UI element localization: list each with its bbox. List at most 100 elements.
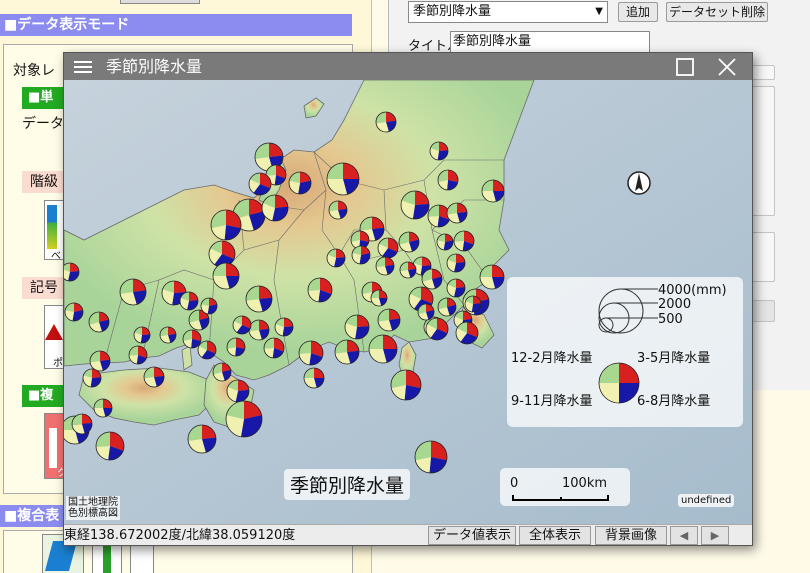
pie-marker[interactable] <box>298 340 324 366</box>
map-svg: 4000(mm) 2000 500 12-2月降水量 3-5月降水量 9-11月… <box>64 80 752 524</box>
pie-marker[interactable] <box>375 111 397 133</box>
pie-marker[interactable] <box>225 400 263 438</box>
pie-marker[interactable] <box>159 326 177 344</box>
pie-marker[interactable] <box>425 317 449 341</box>
pie-marker[interactable] <box>453 230 475 252</box>
pie-marker[interactable] <box>82 368 102 388</box>
window-title-bar[interactable]: 季節別降水量 <box>64 53 752 80</box>
pie-marker[interactable] <box>390 369 422 401</box>
legend-winter-label: 12-2月降水量 <box>511 351 593 366</box>
pie-marker[interactable] <box>288 171 312 195</box>
close-icon[interactable] <box>718 58 736 76</box>
pie-marker[interactable] <box>179 291 199 311</box>
pie-marker[interactable] <box>429 141 449 161</box>
pie-marker[interactable] <box>446 278 466 298</box>
title-input[interactable]: 季節別降水量 <box>450 31 650 53</box>
undefined-label: undefined <box>678 494 735 507</box>
pie-marker[interactable] <box>437 297 457 317</box>
pie-marker[interactable] <box>437 169 459 191</box>
pie-marker[interactable] <box>446 253 466 273</box>
pie-marker[interactable] <box>377 237 399 259</box>
pie-marker[interactable] <box>417 303 435 321</box>
pie-marker[interactable] <box>479 264 505 290</box>
map-legend: 4000(mm) 2000 500 12-2月降水量 3-5月降水量 9-11月… <box>507 277 743 427</box>
pie-marker[interactable] <box>95 431 125 461</box>
target-layer-label: 対象レ <box>13 63 55 79</box>
pie-marker[interactable] <box>119 278 147 306</box>
pie-marker[interactable] <box>226 337 246 357</box>
pie-marker[interactable] <box>464 295 482 313</box>
pie-marker[interactable] <box>303 367 325 389</box>
pie-marker[interactable] <box>344 314 370 340</box>
pie-marker[interactable] <box>197 340 217 360</box>
top-button-fragment[interactable] <box>120 0 200 4</box>
pie-marker[interactable] <box>248 319 270 341</box>
pie-marker[interactable] <box>263 337 285 359</box>
pie-marker[interactable] <box>455 321 479 345</box>
pie-marker[interactable] <box>210 209 242 241</box>
pie-marker[interactable] <box>398 231 420 253</box>
background-image-button[interactable]: 背景画像 <box>595 526 667 545</box>
pie-marker[interactable] <box>400 190 430 220</box>
menu-icon[interactable] <box>74 60 92 74</box>
pie-marker[interactable] <box>421 268 443 290</box>
pie-marker[interactable] <box>351 245 371 265</box>
pie-marker[interactable] <box>436 233 454 251</box>
pie-marker[interactable] <box>182 329 202 349</box>
scale-zero-label: 0 <box>510 476 519 491</box>
pie-marker[interactable] <box>328 200 348 220</box>
pie-marker[interactable] <box>212 262 240 290</box>
pie-marker[interactable] <box>245 285 273 313</box>
pie-marker[interactable] <box>133 326 151 344</box>
pie-marker[interactable] <box>187 424 217 454</box>
chevron-down-icon: ▼ <box>595 6 603 17</box>
next-arrow-button[interactable]: ▶ <box>701 526 729 545</box>
pie-marker[interactable] <box>232 315 252 335</box>
pie-marker[interactable] <box>143 366 165 388</box>
pie-marker[interactable] <box>248 172 272 196</box>
full-view-button[interactable]: 全体表示 <box>519 526 591 545</box>
prev-arrow-button[interactable]: ◀ <box>670 526 698 545</box>
north-arrow-icon <box>627 170 651 196</box>
pie-marker[interactable] <box>261 194 289 222</box>
pie-marker[interactable] <box>274 317 294 337</box>
multi-display-header[interactable]: ■複 <box>22 385 66 407</box>
pie-marker[interactable] <box>71 413 93 435</box>
class-section-header: 階級 <box>22 171 66 193</box>
delete-dataset-button[interactable]: データセット削除 <box>666 2 768 22</box>
pie-marker[interactable] <box>128 345 148 365</box>
pie-marker[interactable] <box>399 261 417 279</box>
pie-marker[interactable] <box>370 289 388 307</box>
pie-marker[interactable] <box>212 362 232 382</box>
pie-marker[interactable] <box>226 379 250 403</box>
pie-marker[interactable] <box>307 277 333 303</box>
data-value-display-button[interactable]: データ値表示 <box>428 526 516 545</box>
maximize-icon[interactable] <box>676 58 694 76</box>
pie-marker[interactable] <box>208 240 236 268</box>
pie-marker[interactable] <box>200 297 218 315</box>
pie-marker[interactable] <box>414 440 448 474</box>
legend-summer-label: 6-8月降水量 <box>637 394 710 409</box>
dataset-select[interactable]: 季節別降水量 ▼ <box>408 1 608 23</box>
pie-marker[interactable] <box>89 350 111 372</box>
map-caption: 季節別降水量 <box>284 469 411 500</box>
pie-marker[interactable] <box>446 202 468 224</box>
single-display-header[interactable]: ■単 <box>22 87 66 109</box>
map-canvas[interactable]: 4000(mm) 2000 500 12-2月降水量 3-5月降水量 9-11月… <box>64 80 752 524</box>
pie-marker[interactable] <box>64 262 80 282</box>
pie-marker[interactable] <box>481 179 505 203</box>
pie-marker[interactable] <box>93 398 113 418</box>
pie-marker[interactable] <box>64 302 84 322</box>
add-button[interactable]: 追加 <box>618 2 658 22</box>
pie-marker[interactable] <box>368 334 398 364</box>
pie-marker[interactable] <box>427 204 451 228</box>
pie-marker[interactable] <box>377 308 401 332</box>
legend-pie-chart[interactable] <box>598 362 640 404</box>
data-label: データ <box>22 116 64 132</box>
pie-marker[interactable] <box>375 256 395 276</box>
pie-marker[interactable] <box>326 162 360 196</box>
symbol-thumbnail-label: ポ <box>53 358 63 369</box>
pie-marker[interactable] <box>88 311 110 333</box>
pie-marker[interactable] <box>326 248 346 268</box>
pie-marker[interactable] <box>334 339 360 365</box>
